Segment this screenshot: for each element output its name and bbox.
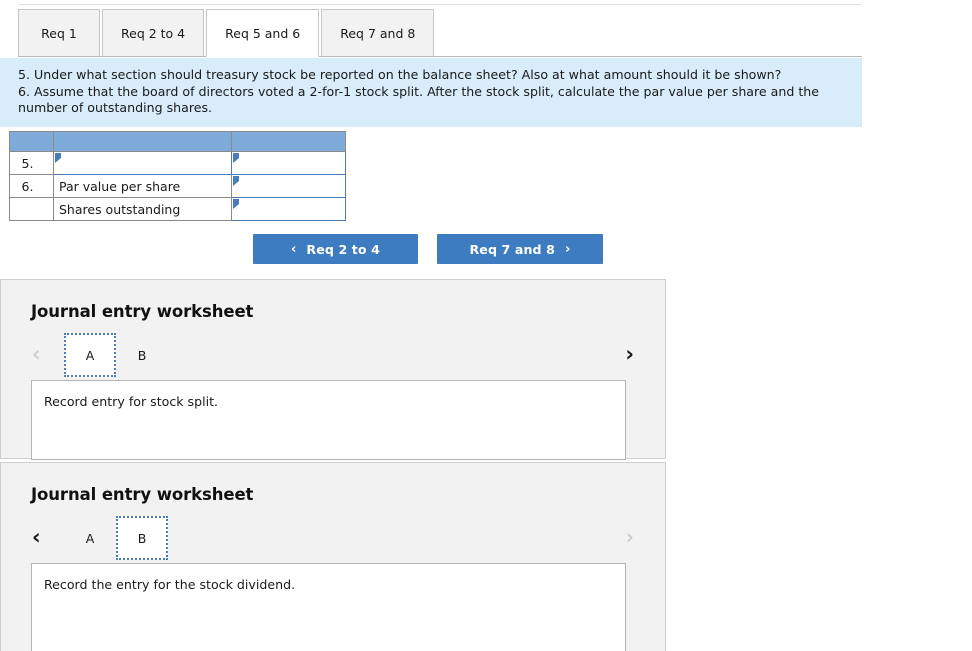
panel-2-tab-b[interactable]: B	[116, 516, 168, 560]
table-row: Shares outstanding	[9, 197, 346, 221]
panel-1-tab-row: ‹ A B ›	[1, 333, 665, 377]
panel-1-entry-text: Record entry for stock split.	[44, 394, 219, 409]
tab-req-5-and-6[interactable]: Req 5 and 6	[206, 9, 320, 57]
tab-req-7-and-8[interactable]: Req 7 and 8	[321, 9, 435, 57]
next-requirement-button[interactable]: Req 7 and 8 ›	[437, 234, 603, 264]
panel-1-tab-a[interactable]: A	[64, 333, 116, 377]
answer-table-header-value	[231, 131, 346, 152]
tab-req-2-to-4-label: Req 2 to 4	[121, 25, 186, 41]
table-row: 6. Par value per share	[9, 174, 346, 198]
prev-requirement-button[interactable]: ‹ Req 2 to 4	[253, 234, 418, 264]
panel-2-next-entry-icon[interactable]: ›	[626, 527, 634, 548]
panel-1-tab-b-label: B	[137, 347, 147, 363]
row-5-number: 5.	[9, 151, 54, 175]
panel-2-prev-entry-icon[interactable]: ‹	[32, 527, 41, 548]
next-requirement-label: Req 7 and 8	[469, 241, 556, 257]
row-7-value-input[interactable]	[231, 197, 346, 221]
input-marker-icon	[233, 153, 239, 163]
prev-requirement-label: Req 2 to 4	[306, 241, 381, 257]
tab-req-1[interactable]: Req 1	[18, 9, 100, 57]
panel-1-title: Journal entry worksheet	[31, 302, 254, 321]
panel-1-tab-b[interactable]: B	[116, 333, 168, 377]
answer-table-header-label	[53, 131, 232, 152]
question-line-5: 5. Under what section should treasury st…	[18, 67, 782, 82]
panel-2-tab-a-label: A	[85, 530, 95, 546]
row-6-number: 6.	[9, 174, 54, 198]
table-row: 5.	[9, 151, 346, 175]
panel-1-entry-box: Record entry for stock split.	[31, 380, 626, 460]
panel-2-title: Journal entry worksheet	[31, 485, 254, 504]
row-6-label: Par value per share	[53, 174, 232, 198]
input-marker-icon	[55, 153, 61, 163]
panel-1-next-entry-icon[interactable]: ›	[625, 344, 634, 365]
panel-2-tab-b-label: B	[137, 530, 147, 546]
tab-req-1-label: Req 1	[41, 25, 77, 41]
row-5-label-input[interactable]	[53, 151, 232, 175]
requirement-tab-strip: Req 1 Req 2 to 4 Req 5 and 6 Req 7 and 8	[18, 8, 862, 57]
answer-table-header-num	[9, 131, 54, 152]
tab-req-7-and-8-label: Req 7 and 8	[340, 25, 416, 41]
row-5-value-input[interactable]	[231, 151, 346, 175]
journal-entry-worksheet-panel-1: Journal entry worksheet ‹ A B › Record e…	[0, 279, 666, 460]
page-root: Req 1 Req 2 to 4 Req 5 and 6 Req 7 and 8…	[0, 0, 972, 651]
panel-2-entry-text: Record the entry for the stock dividend.	[44, 577, 296, 592]
panel-2-tab-a[interactable]: A	[64, 516, 116, 560]
question-banner: 5. Under what section should treasury st…	[0, 58, 862, 127]
top-divider	[18, 4, 862, 5]
question-line-6: 6. Assume that the board of directors vo…	[18, 83, 824, 116]
tab-strip-underline	[18, 56, 862, 57]
panel-1-letter-tabs: A B	[64, 333, 168, 377]
panel-2-tab-row: ‹ A B ›	[1, 516, 665, 560]
panel-2-entry-box: Record the entry for the stock dividend.	[31, 563, 626, 651]
input-marker-icon	[233, 199, 239, 209]
panel-1-prev-entry-icon[interactable]: ‹	[32, 344, 40, 365]
input-marker-icon	[233, 176, 239, 186]
tab-req-2-to-4[interactable]: Req 2 to 4	[102, 9, 205, 57]
panel-1-tab-a-label: A	[85, 347, 95, 363]
panel-2-letter-tabs: A B	[64, 516, 168, 560]
row-6-value-input[interactable]	[231, 174, 346, 198]
answer-table-header-row	[9, 131, 346, 152]
row-7-number	[9, 197, 54, 221]
row-7-label: Shares outstanding	[53, 197, 232, 221]
chevron-right-icon: ›	[565, 241, 571, 257]
chevron-left-icon: ‹	[290, 241, 297, 257]
answer-table: 5. 6. Par value per share Shares outstan…	[9, 131, 346, 221]
tab-req-5-and-6-label: Req 5 and 6	[225, 25, 301, 41]
journal-entry-worksheet-panel-2: Journal entry worksheet ‹ A B › Record t…	[0, 462, 666, 651]
